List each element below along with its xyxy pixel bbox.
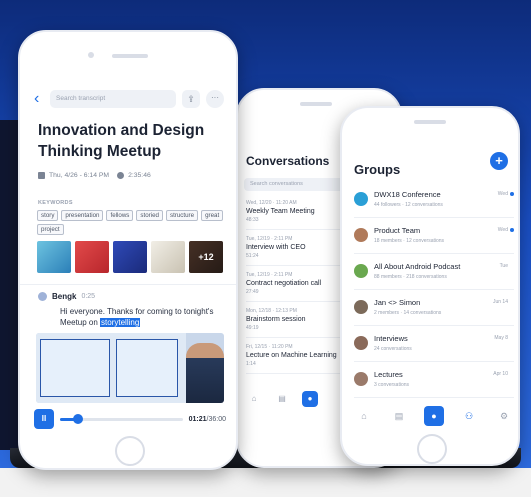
group-stats: 88 members · 218 conversations [374,274,447,280]
notes-icon[interactable]: ▤ [274,391,290,407]
progress-track[interactable] [60,413,183,424]
slide-thumbnail[interactable] [75,241,109,273]
keyword-chip[interactable]: presentation [61,210,104,221]
group-item[interactable]: All About Android Podcast 88 members · 21… [354,258,514,290]
group-name: Interviews [374,334,408,343]
group-name: All About Android Podcast [374,262,461,271]
calendar-icon [38,172,45,179]
keyword-chip[interactable]: great [201,210,224,221]
home-icon[interactable]: ⌂ [354,406,374,426]
keyword-chip[interactable]: project [37,224,64,235]
time-readout: 01:21/36:00 [189,416,226,423]
clock-icon [117,172,125,179]
speaker-time: 0:25 [81,293,96,300]
group-stats: 3 conversations [374,382,410,388]
total-time: /36:00 [206,415,226,423]
avatar [354,192,368,206]
floor [0,468,531,497]
home-button[interactable] [417,434,447,464]
video-screen [40,339,110,397]
group-name: Product Team [374,226,421,235]
meeting-meta: Thu, 4/26 - 6:14 PM 2:35:46 [38,172,151,179]
speaker-grille [112,54,148,58]
group-name: Jan <> Simon [374,298,421,307]
more-icon[interactable]: ··· [206,90,224,108]
video-presenter [186,343,224,403]
slide-thumbnail[interactable] [151,241,185,273]
video-screen [116,339,178,397]
tab-bar: ⌂ ▤ ● ⚇ ⚙ [354,406,514,426]
avatar [354,300,368,314]
speaker-grille [414,120,446,124]
groups-icon[interactable]: ⚇ [459,406,479,426]
slide-thumbnail-more[interactable]: +12 [189,241,223,273]
phone-transcript: ‹ Search transcript ⇪ ··· Innovation and… [18,30,238,470]
group-date: Tue [499,263,508,269]
speaker-row: Bengk 0:25 [38,292,95,301]
keyword-chip[interactable]: storied [136,210,163,221]
audio-player: II 01:21/36:00 [34,408,226,430]
phone-groups: Groups + DWX18 Conference 44 followers · … [340,106,520,466]
page-title: Groups [354,162,401,177]
group-item[interactable]: Jan <> Simon 2 members · 14 conversations… [354,294,514,326]
home-button[interactable] [115,436,145,466]
group-stats: 44 followers · 12 conversations [374,202,443,208]
slide-thumbnail[interactable] [113,241,147,273]
group-stats: 24 conversations [374,346,412,352]
page-title: Conversations [246,154,330,168]
slide-thumbnail[interactable] [37,241,71,273]
group-item[interactable]: Product Team 18 members · 12 conversation… [354,222,514,254]
avatar [354,372,368,386]
slide-thumbnails: +12 [37,241,227,273]
speaker-grille [300,102,332,106]
home-icon[interactable]: ⌂ [246,391,262,407]
keyword-chip[interactable]: structure [165,210,199,221]
group-date: Jun 14 [492,299,508,305]
group-item[interactable]: Interviews 24 conversations May 8 [354,330,514,362]
unread-dot [510,228,514,232]
avatar [38,292,47,301]
avatar [354,228,368,242]
search-input[interactable]: Search transcript [50,90,176,108]
mic-icon[interactable]: ● [424,406,444,426]
group-name: DWX18 Conference [374,190,441,199]
group-stats: 18 members · 12 conversations [374,238,445,244]
group-item[interactable]: DWX18 Conference 44 followers · 12 conver… [354,186,514,218]
group-stats: 2 members · 14 conversations [374,310,442,316]
video-frame[interactable] [36,333,224,403]
mic-icon[interactable]: ● [302,391,318,407]
keyword-chip[interactable]: fellows [106,210,134,221]
group-date: Wed [497,191,508,197]
transcript-text: Hi everyone. Thanks for coming to tonigh… [60,306,220,328]
add-group-button[interactable]: + [490,152,508,170]
keyword-chip[interactable]: story [37,210,59,221]
progress-knob[interactable] [73,413,84,424]
camera [88,52,94,58]
keywords-label: KEYWORDS [38,200,73,206]
unread-dot [510,192,514,196]
notes-icon[interactable]: ▤ [389,406,409,426]
pause-button[interactable]: II [34,409,54,429]
more-count: +12 [189,241,223,273]
group-date: Wed [497,227,508,233]
settings-icon[interactable]: ⚙ [494,406,514,426]
top-bar: ‹ Search transcript ⇪ ··· [34,88,224,110]
highlighted-word[interactable]: storytelling [100,318,141,327]
group-item[interactable]: Lectures 3 conversations Apr 10 [354,366,514,398]
meeting-duration: 2:35:46 [128,172,151,179]
page-title: Innovation and Design Thinking Meetup [38,122,205,160]
divider [20,284,236,285]
speaker-name: Bengk [52,292,77,301]
group-date: Apr 10 [493,371,508,377]
share-icon[interactable]: ⇪ [182,90,200,108]
meeting-date: Thu, 4/26 - 6:14 PM [49,172,110,179]
elapsed-time: 01:21 [188,415,207,423]
avatar [354,336,368,350]
group-date: May 8 [494,335,508,341]
back-chevron-icon[interactable]: ‹ [34,89,44,109]
group-name: Lectures [374,370,403,379]
keyword-list: story presentation fellows storied structure… [37,210,227,235]
avatar [354,264,368,278]
